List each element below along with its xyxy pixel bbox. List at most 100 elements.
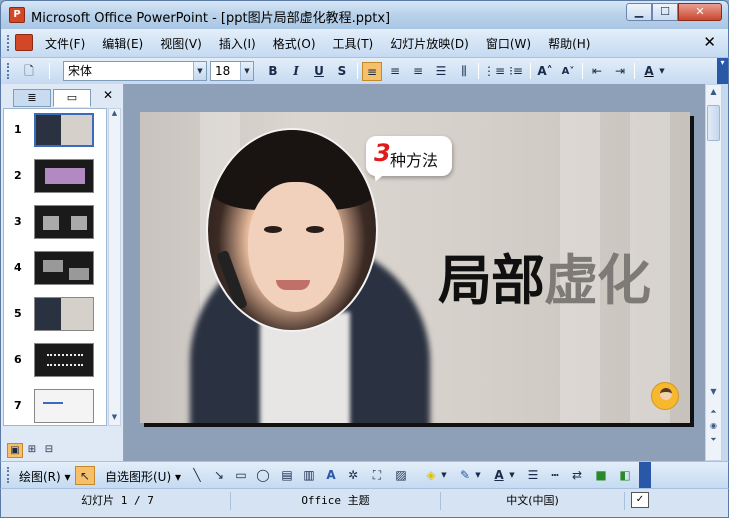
slide-canvas[interactable]: 3 种方法 局部虚化 xyxy=(140,112,690,423)
menu-format[interactable]: 格式(O) xyxy=(273,35,316,52)
3d-style-icon[interactable]: ◧ xyxy=(615,466,635,485)
maximize-button[interactable]: ☐ xyxy=(652,3,678,21)
menu-slideshow[interactable]: 幻灯片放映(D) xyxy=(390,35,469,52)
font-size-select[interactable]: 18 ▼ xyxy=(210,61,254,81)
chevron-down-icon[interactable]: ▼ xyxy=(193,62,206,80)
slideshow-view-icon[interactable]: ⊟ xyxy=(41,443,57,458)
chevron-down-icon[interactable]: ▼ xyxy=(439,466,449,485)
bold-button[interactable]: B xyxy=(263,62,283,81)
slide-thumbnail[interactable]: 5 xyxy=(4,297,106,343)
autoshapes-button[interactable]: 自选图形(U) ▾ xyxy=(105,468,181,485)
scroll-down-icon[interactable]: ▼ xyxy=(109,413,120,425)
select-object-icon[interactable]: ◉ xyxy=(706,419,721,433)
diagram-icon[interactable]: ✲ xyxy=(343,466,363,485)
tab-slides[interactable]: ▭ xyxy=(53,89,91,107)
document-icon[interactable] xyxy=(15,34,33,51)
menu-insert[interactable]: 插入(I) xyxy=(219,35,256,52)
slide-preview[interactable] xyxy=(34,251,94,285)
slide-preview[interactable] xyxy=(34,297,94,331)
toolbar-grip[interactable] xyxy=(7,35,11,51)
decrease-indent-icon[interactable]: ⇤ xyxy=(587,62,607,81)
textbox-icon[interactable]: ▤ xyxy=(277,466,297,485)
shadow-style-icon[interactable]: ■ xyxy=(591,466,611,485)
decrease-font-size-icon[interactable]: A˅ xyxy=(558,62,578,81)
menu-file[interactable]: 文件(F) xyxy=(45,35,85,52)
justify-icon[interactable]: ☰ xyxy=(431,62,451,81)
normal-view-icon[interactable]: ▣ xyxy=(7,443,23,458)
font-color-icon[interactable]: A xyxy=(639,62,659,81)
line-style-icon[interactable]: ☰ xyxy=(523,466,543,485)
next-slide-icon[interactable]: ⏷ xyxy=(706,433,721,447)
scroll-up-icon[interactable]: ▲ xyxy=(109,109,120,121)
italic-button[interactable]: I xyxy=(286,62,306,81)
toolbar-grip[interactable] xyxy=(7,467,11,483)
font-name-select[interactable]: 宋体 ▼ xyxy=(63,61,207,81)
slide-preview[interactable] xyxy=(34,113,94,147)
editor-scrollbar[interactable]: ▲ ▼ ⏶ ◉ ⏷ xyxy=(705,84,722,461)
fill-color-icon[interactable]: ◈ xyxy=(421,466,441,485)
menu-tools[interactable]: 工具(T) xyxy=(333,35,374,52)
increase-indent-icon[interactable]: ⇥ xyxy=(610,62,630,81)
new-document-icon[interactable]: 🗋 xyxy=(19,62,39,81)
scroll-down-icon[interactable]: ▼ xyxy=(706,385,721,399)
clipart-icon[interactable]: ⛶ xyxy=(367,466,387,485)
wordart-icon[interactable]: A xyxy=(321,466,341,485)
line-color-icon[interactable]: ✎ xyxy=(455,466,475,485)
tab-outline[interactable]: ≣ xyxy=(13,89,51,107)
underline-button[interactable]: U xyxy=(309,62,329,81)
slide-thumbnail[interactable]: 7 xyxy=(4,389,106,425)
slide-thumbnail[interactable]: 6 xyxy=(4,343,106,389)
slide-title[interactable]: 局部虚化 xyxy=(438,236,651,315)
menu-window[interactable]: 窗口(W) xyxy=(486,35,531,52)
menu-help[interactable]: 帮助(H) xyxy=(548,35,590,52)
select-pointer-icon[interactable]: ↖ xyxy=(75,466,95,485)
slide-preview[interactable] xyxy=(34,389,94,423)
slide-preview[interactable] xyxy=(34,343,94,377)
slide-preview[interactable] xyxy=(34,205,94,239)
toolbar-options-button[interactable] xyxy=(639,462,651,488)
arrow-icon[interactable]: ↘ xyxy=(209,466,229,485)
chevron-down-icon[interactable]: ▼ xyxy=(507,466,517,485)
draw-menu-button[interactable]: 绘图(R) ▾ xyxy=(19,468,71,485)
close-pane-button[interactable]: ✕ xyxy=(103,88,113,102)
slide-thumbnail[interactable]: 2 xyxy=(4,159,106,205)
close-document-button[interactable]: ✕ xyxy=(703,33,716,51)
align-center-icon[interactable]: ≡ xyxy=(385,62,405,81)
numbered-list-icon[interactable]: ⋮≡ xyxy=(483,62,505,81)
increase-font-size-icon[interactable]: A˄ xyxy=(535,62,555,81)
arrow-style-icon[interactable]: ⇄ xyxy=(567,466,587,485)
font-color-icon[interactable]: A xyxy=(489,466,509,485)
chevron-down-icon[interactable]: ▼ xyxy=(473,466,483,485)
distribute-icon[interactable]: ⫼ xyxy=(454,62,474,81)
vertical-textbox-icon[interactable]: ▥ xyxy=(299,466,319,485)
toolbar-grip[interactable] xyxy=(7,63,11,79)
dash-style-icon[interactable]: ┅ xyxy=(545,466,565,485)
avatar-icon[interactable] xyxy=(651,382,679,410)
toolbar-options-button[interactable]: ▾ xyxy=(717,58,728,84)
menu-view[interactable]: 视图(V) xyxy=(160,35,202,52)
line-icon[interactable]: ╲ xyxy=(187,466,207,485)
slide-thumbnail[interactable]: 3 xyxy=(4,205,106,251)
slide-preview[interactable] xyxy=(34,159,94,193)
align-left-icon[interactable]: ≡ xyxy=(362,62,382,81)
thumbnail-scrollbar[interactable]: ▲ ▼ xyxy=(108,108,121,426)
powerpoint-icon[interactable]: P xyxy=(9,7,25,23)
slide-sorter-view-icon[interactable]: ⊞ xyxy=(24,443,40,458)
align-right-icon[interactable]: ≡ xyxy=(408,62,428,81)
menu-edit[interactable]: 编辑(E) xyxy=(102,35,143,52)
slide-thumbnail[interactable]: 1 xyxy=(4,113,106,159)
oval-icon[interactable]: ◯ xyxy=(253,466,273,485)
previous-slide-icon[interactable]: ⏶ xyxy=(706,405,721,419)
slide-thumbnail[interactable]: 4 xyxy=(4,251,106,297)
scroll-thumb[interactable] xyxy=(707,105,720,141)
bulleted-list-icon[interactable]: ⁝≡ xyxy=(506,62,526,81)
scroll-up-icon[interactable]: ▲ xyxy=(706,85,721,99)
speech-bubble[interactable]: 3 种方法 xyxy=(366,136,452,185)
close-button[interactable]: ✕ xyxy=(678,3,722,21)
spelling-check-icon[interactable]: ✓ xyxy=(631,492,649,508)
minimize-button[interactable]: ▁ xyxy=(626,3,652,21)
rectangle-icon[interactable]: ▭ xyxy=(231,466,251,485)
shadow-button[interactable]: S xyxy=(332,62,352,81)
chevron-down-icon[interactable]: ▼ xyxy=(657,62,667,81)
focus-oval-photo[interactable] xyxy=(206,128,378,332)
